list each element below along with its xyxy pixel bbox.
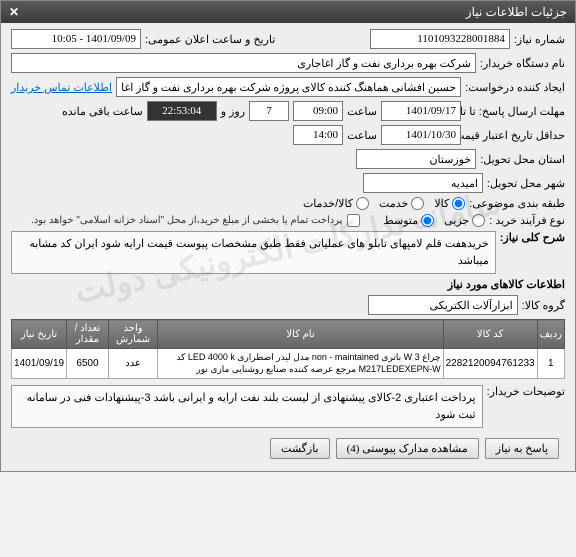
row-goods-group: گروه کالا: (11, 295, 565, 315)
goods-group-label: گروه کالا: (522, 299, 565, 312)
notes-label: توضیحات خریدار: (487, 385, 565, 398)
goods-group-input[interactable] (368, 295, 518, 315)
row-category: طبقه بندی موضوعی: کالا خدمت کالا/خدمات (11, 197, 565, 210)
table-row[interactable]: 1 2282120094761233 چراغ W 3 باتری non - … (12, 349, 565, 379)
remain-label: ساعت باقی مانده (62, 105, 143, 118)
row-desc: شرح کلی نیاز: خریدهفت قلم لامپهای تابلو … (11, 231, 565, 274)
reply-button[interactable]: پاسخ به نیاز (485, 438, 559, 459)
device-input[interactable] (11, 53, 476, 73)
purchase-type-radios: جزیی متوسط (384, 214, 486, 227)
payment-note: پرداخت تمام یا بخشی از مبلغ خرید،از محل … (31, 215, 343, 226)
title-bar: جزئیات اطلاعات نیاز ✕ (1, 1, 575, 23)
province-input[interactable] (356, 149, 476, 169)
category-label: طبقه بندی موضوعی: (469, 197, 565, 210)
row-device: نام دستگاه خریدار: (11, 53, 565, 73)
radio-goods[interactable]: کالا (434, 197, 465, 210)
deadline-time-label: ساعت (347, 105, 377, 118)
radio-goods-input[interactable] (452, 197, 465, 210)
validity-time-input[interactable] (293, 125, 343, 145)
days-label: روز و (221, 105, 245, 118)
cell-date: 1401/09/19 (12, 349, 67, 379)
contact-link[interactable]: اطلاعات تماس خریدار (11, 81, 112, 94)
back-button[interactable]: بازگشت (270, 438, 330, 459)
radio-service[interactable]: خدمت (379, 197, 424, 210)
row-deadline: مهلت ارسال پاسخ: تا تاریخ: ساعت روز و سا… (11, 101, 565, 121)
cell-unit: عدد (108, 349, 158, 379)
row-need-no: شماره نیاز: تاریخ و ساعت اعلان عمومی: (11, 29, 565, 49)
payment-checkbox[interactable] (347, 214, 360, 227)
radio-minor-label: جزیی (444, 214, 469, 227)
radio-goods-label: کالا (434, 197, 449, 210)
announce-input[interactable] (11, 29, 141, 49)
row-notes: توضیحات خریدار: پرداخت اعتباری 2-کالای پ… (11, 385, 565, 428)
attachments-button[interactable]: مشاهده مدارک پیوستی (4) (336, 438, 479, 459)
deadline-label: مهلت ارسال پاسخ: تا تاریخ: (465, 105, 565, 118)
window-title: جزئیات اطلاعات نیاز (466, 5, 567, 19)
th-idx: ردیف (537, 320, 564, 349)
main-window: جزئیات اطلاعات نیاز ✕ سامانه تدارکات الک… (0, 0, 576, 472)
payment-note-row: پرداخت تمام یا بخشی از مبلغ خرید،از محل … (31, 214, 360, 227)
goods-section-title: اطلاعات کالاهای مورد نیاز (11, 278, 565, 291)
validity-label: حداقل تاریخ اعتبار قیمت: تا تاریخ: (465, 129, 565, 142)
radio-medium-label: متوسط (384, 214, 419, 227)
table-head: ردیف کد کالا نام کالا واحد شمارش تعداد /… (12, 320, 565, 349)
cell-idx: 1 (537, 349, 564, 379)
row-validity: حداقل تاریخ اعتبار قیمت: تا تاریخ: ساعت (11, 125, 565, 145)
notes-panel: پرداخت اعتباری 2-کالای پیشنهادی از لیست … (11, 385, 483, 428)
row-requester: ایجاد کننده درخواست: اطلاعات تماس خریدار (11, 77, 565, 97)
footer-buttons: پاسخ به نیاز مشاهده مدارک پیوستی (4) باز… (11, 432, 565, 465)
row-province: استان محل تحویل: (11, 149, 565, 169)
radio-minor[interactable]: جزیی (444, 214, 485, 227)
radio-minor-input[interactable] (472, 214, 485, 227)
countdown-input (147, 101, 217, 121)
content-area: سامانه تدارکات الکترونیکی دولت شماره نیا… (1, 23, 575, 471)
requester-input[interactable] (116, 77, 461, 97)
cell-name: چراغ W 3 باتری non - maintained مدل لیدر… (158, 349, 443, 379)
cell-qty: 6500 (67, 349, 109, 379)
need-no-label: شماره نیاز: (514, 33, 565, 46)
row-city: شهر محل تحویل: (11, 173, 565, 193)
city-input[interactable] (363, 173, 483, 193)
announce-label: تاریخ و ساعت اعلان عمومی: (145, 33, 275, 46)
device-label: نام دستگاه خریدار: (480, 57, 565, 70)
purchase-type-label: نوع فرآیند خرید : (489, 214, 565, 227)
close-icon[interactable]: ✕ (9, 5, 19, 19)
validity-date-input[interactable] (381, 125, 461, 145)
radio-both-input[interactable] (356, 197, 369, 210)
th-qty: تعداد / مقدار (67, 320, 109, 349)
row-purchase-type: نوع فرآیند خرید : جزیی متوسط پرداخت تمام… (11, 214, 565, 227)
days-input[interactable] (249, 101, 289, 121)
desc-title: شرح کلی نیاز: (500, 231, 565, 244)
category-radios: کالا خدمت کالا/خدمات (303, 197, 465, 210)
goods-table: ردیف کد کالا نام کالا واحد شمارش تعداد /… (11, 319, 565, 379)
radio-medium-input[interactable] (421, 214, 434, 227)
validity-time-label: ساعت (347, 129, 377, 142)
cell-code: 2282120094761233 (443, 349, 537, 379)
th-code: کد کالا (443, 320, 537, 349)
radio-both[interactable]: کالا/خدمات (303, 197, 369, 210)
th-date: تاریخ نیاز (12, 320, 67, 349)
radio-medium[interactable]: متوسط (384, 214, 435, 227)
desc-panel: خریدهفت قلم لامپهای تابلو های عملیاتی فق… (11, 231, 496, 274)
province-label: استان محل تحویل: (480, 153, 565, 166)
city-label: شهر محل تحویل: (487, 177, 565, 190)
radio-both-label: کالا/خدمات (303, 197, 353, 210)
requester-label: ایجاد کننده درخواست: (465, 81, 565, 94)
need-no-input[interactable] (370, 29, 510, 49)
th-unit: واحد شمارش (108, 320, 158, 349)
deadline-date-input[interactable] (381, 101, 461, 121)
deadline-time-input[interactable] (293, 101, 343, 121)
radio-service-input[interactable] (411, 197, 424, 210)
th-name: نام کالا (158, 320, 443, 349)
radio-service-label: خدمت (379, 197, 408, 210)
